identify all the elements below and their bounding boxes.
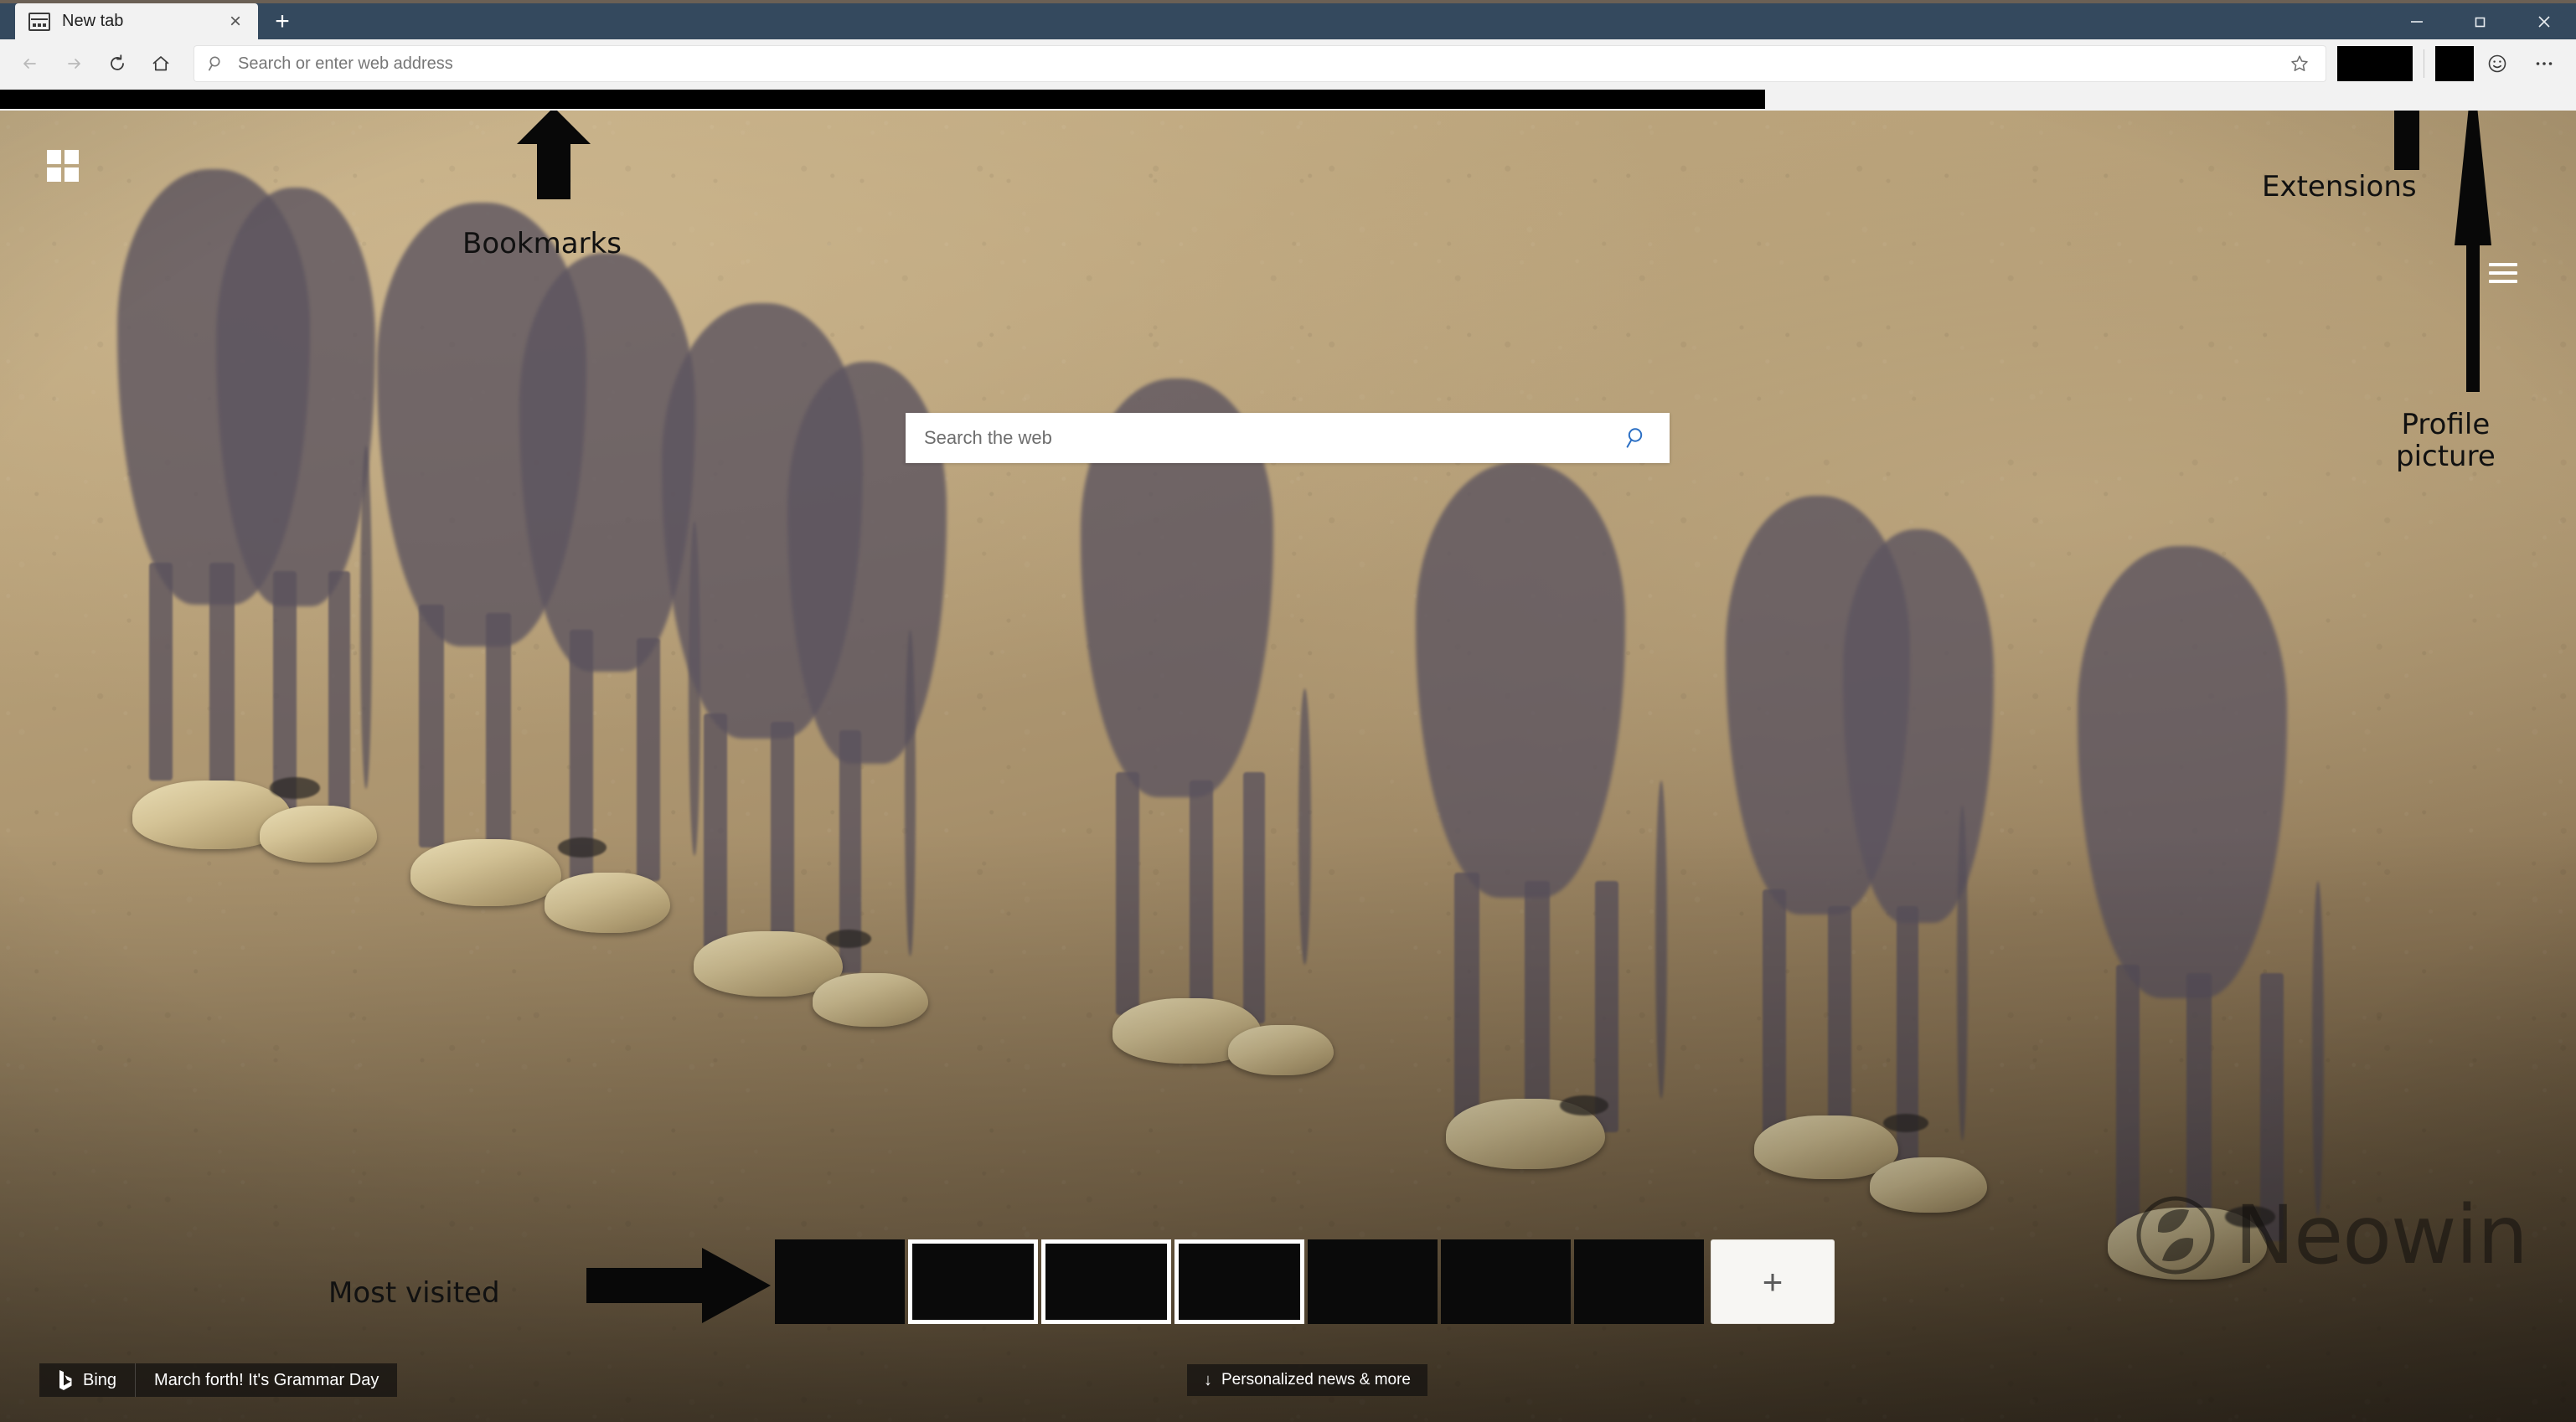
- annotation-label-most-visited: Most visited: [328, 1276, 500, 1310]
- bookmarks-bar-redaction: [0, 90, 1765, 109]
- annotation-label-extensions: Extensions: [2262, 170, 2417, 204]
- bing-headline-link[interactable]: March forth! It's Grammar Day: [135, 1363, 398, 1397]
- neowin-wordmark: Neowin: [2234, 1188, 2528, 1282]
- bing-bar: Bing March forth! It's Grammar Day: [39, 1363, 398, 1397]
- web-search-box[interactable]: Search the web: [906, 413, 1670, 463]
- profile-picture-redacted[interactable]: [2435, 46, 2474, 81]
- annotation-arrow-most-visited: [586, 1248, 771, 1323]
- close-icon[interactable]: ×: [221, 8, 250, 36]
- close-window-icon[interactable]: [2512, 3, 2576, 39]
- newtab-favicon-icon: [28, 12, 50, 31]
- neowin-logo-icon: [2135, 1195, 2216, 1275]
- bing-brand-label: Bing: [83, 1370, 117, 1389]
- neowin-watermark: Neowin: [2135, 1188, 2528, 1282]
- bing-logo-icon: [58, 1369, 73, 1391]
- waffle-cell: [65, 167, 79, 182]
- browser-window: New tab × + Search or enter web address …: [0, 0, 2576, 1422]
- title-bar: New tab × +: [0, 0, 2576, 39]
- address-input[interactable]: Search or enter web address: [238, 54, 2289, 74]
- bing-headline-label: March forth! It's Grammar Day: [154, 1370, 379, 1389]
- add-tile-button[interactable]: +: [1711, 1239, 1835, 1324]
- annotation-label-profile: Profile picture: [2396, 408, 2496, 474]
- extensions-button-redacted[interactable]: [2337, 46, 2413, 81]
- most-visited-tiles: +: [775, 1239, 1838, 1324]
- minimize-icon[interactable]: [2385, 3, 2449, 39]
- personalized-news-button[interactable]: ↓ Personalized news & more: [1187, 1364, 1427, 1396]
- tab-title: New tab: [62, 12, 124, 30]
- list-item[interactable]: [1308, 1239, 1438, 1324]
- window-controls: [2385, 3, 2576, 39]
- list-item[interactable]: [775, 1239, 905, 1324]
- tab-new-tab[interactable]: New tab ×: [15, 3, 258, 39]
- list-item[interactable]: [1041, 1239, 1171, 1324]
- settings-more-icon[interactable]: [2521, 44, 2568, 83]
- waffle-cell: [47, 150, 61, 164]
- personalized-news-label: Personalized news & more: [1221, 1371, 1411, 1389]
- address-bar[interactable]: Search or enter web address: [194, 46, 2326, 81]
- waffle-cell: [47, 167, 61, 182]
- search-icon[interactable]: [1623, 424, 1651, 452]
- waffle-cell: [65, 150, 79, 164]
- refresh-icon[interactable]: [96, 44, 139, 83]
- maximize-icon[interactable]: [2449, 3, 2512, 39]
- arrow-down-icon: ↓: [1204, 1371, 1212, 1389]
- tab-strip: New tab × +: [0, 0, 307, 39]
- titlebar-accent-strip: [0, 0, 2576, 3]
- annotation-label-bookmarks: Bookmarks: [462, 227, 622, 260]
- annotation-arrow-profile: [2451, 65, 2495, 392]
- forward-icon[interactable]: [52, 44, 96, 83]
- home-icon[interactable]: [139, 44, 183, 83]
- bing-brand-button[interactable]: Bing: [39, 1363, 136, 1397]
- new-tab-page: Search the web + Bing March forth! It's …: [0, 111, 2576, 1422]
- annotation-arrow-bookmarks: [517, 107, 591, 199]
- feedback-smiley-icon[interactable]: [2474, 44, 2521, 83]
- new-tab-button[interactable]: +: [258, 3, 307, 39]
- list-item[interactable]: [1441, 1239, 1571, 1324]
- list-item[interactable]: [1174, 1239, 1304, 1324]
- list-item[interactable]: [1574, 1239, 1704, 1324]
- app-launcher-icon[interactable]: [47, 150, 79, 182]
- web-search-input[interactable]: Search the web: [924, 427, 1623, 449]
- back-icon[interactable]: [8, 44, 52, 83]
- bookmarks-bar[interactable]: [0, 88, 2576, 111]
- browser-toolbar: Search or enter web address: [0, 39, 2576, 88]
- search-icon: [206, 54, 226, 74]
- list-item[interactable]: [908, 1239, 1038, 1324]
- favorite-star-icon[interactable]: [2289, 53, 2314, 75]
